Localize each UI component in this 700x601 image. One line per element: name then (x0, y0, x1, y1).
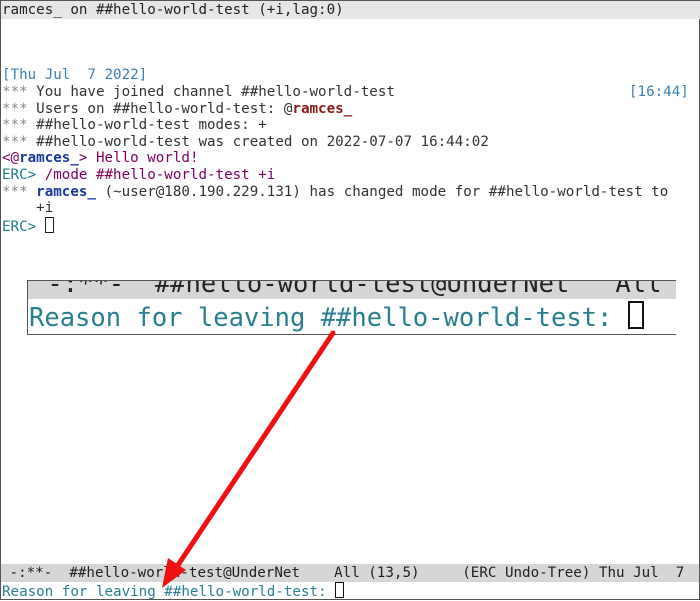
arrow-shaft (173, 330, 336, 571)
red-arrow-annotation (162, 330, 336, 588)
